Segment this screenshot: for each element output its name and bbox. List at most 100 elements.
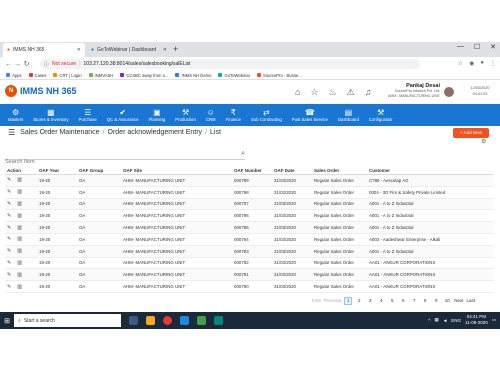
app-icon[interactable] bbox=[214, 316, 223, 325]
up-arrow-icon[interactable]: ^ bbox=[428, 318, 430, 323]
edit-icon[interactable]: ✎ bbox=[7, 201, 11, 207]
bookmark-sourcepro[interactable]: SourcePro - Busne... bbox=[257, 73, 302, 78]
col-oaf-year[interactable]: OAF Year bbox=[39, 168, 79, 173]
module-finance[interactable]: ₹ Finance bbox=[221, 104, 246, 126]
bookmark-gotowebinar[interactable]: GoToWebinar bbox=[218, 73, 250, 78]
page-number-button[interactable]: 5 bbox=[388, 297, 396, 305]
table-row[interactable]: ✎ ▥ 19-20 OA AHM- MANUFACTURING UNIT 000798 31… bbox=[5, 187, 493, 199]
table-row[interactable]: ✎ ▥ 19-20 OA AHM- MANUFACTURING UNIT 000791 31… bbox=[5, 269, 493, 282]
hamburger-icon[interactable]: ☰ bbox=[8, 128, 15, 137]
language-indicator[interactable]: ENG bbox=[451, 318, 461, 323]
next-page-button[interactable]: Next bbox=[454, 297, 463, 305]
word-icon[interactable] bbox=[180, 316, 189, 325]
alert-icon[interactable]: ⚠ bbox=[347, 87, 355, 98]
table-row[interactable]: ✎ ▥ 19-20 OA AHM- MANUFACTURING UNIT 000796 31… bbox=[5, 210, 493, 223]
avatar[interactable] bbox=[444, 87, 454, 97]
extension-icon[interactable]: ◉ bbox=[469, 60, 474, 67]
taskbar-search[interactable]: ⌕ Start a search bbox=[14, 314, 121, 327]
delete-icon[interactable]: ▥ bbox=[17, 272, 22, 278]
maximize-icon[interactable]: ☐ bbox=[474, 43, 480, 51]
app-logo[interactable]: N IMMS NH 365 bbox=[5, 85, 77, 97]
windows-start-icon[interactable]: ⊞ bbox=[0, 317, 14, 325]
page-number-button[interactable]: 9 bbox=[432, 297, 440, 305]
close-window-icon[interactable]: ✕ bbox=[490, 43, 496, 51]
menu-icon[interactable]: ⋮ bbox=[490, 60, 496, 67]
module-configurator[interactable]: ⚒ Configurator bbox=[364, 104, 398, 126]
module-post-sales[interactable]: ☎ Post Sales Service bbox=[287, 104, 333, 126]
home-icon[interactable]: ⌂ bbox=[295, 87, 300, 98]
breadcrumb-sales-order[interactable]: Sales Order Maintenance bbox=[20, 129, 99, 136]
col-customer[interactable]: Customer bbox=[369, 168, 493, 173]
page-number-button[interactable]: 2 bbox=[355, 297, 363, 305]
module-subcontracting[interactable]: ⇄ Sub Contracting bbox=[246, 104, 287, 126]
reload-icon[interactable]: ↻ bbox=[22, 60, 31, 68]
page-number-button[interactable]: 1 bbox=[344, 297, 353, 305]
module-production[interactable]: ⚒ Production bbox=[170, 104, 201, 126]
star-icon[interactable]: ☆ bbox=[458, 60, 463, 67]
bookmark-crt[interactable]: CRT | Login bbox=[53, 73, 82, 78]
star-icon[interactable]: ☆ bbox=[310, 87, 318, 98]
edit-icon[interactable]: ✎ bbox=[7, 272, 11, 278]
delete-icon[interactable]: ▥ bbox=[17, 248, 22, 254]
module-dashboard[interactable]: ▤ Dashboard bbox=[333, 104, 364, 126]
module-purchase[interactable]: ☰ Purchase bbox=[74, 104, 102, 126]
close-icon[interactable]: ✕ bbox=[163, 47, 167, 53]
bell-icon[interactable]: ♫ bbox=[365, 87, 372, 98]
user-info[interactable]: Pankaj Desai SourcePro Infotech Pvt. Ltd… bbox=[378, 83, 440, 98]
delete-icon[interactable]: ▥ bbox=[17, 260, 22, 266]
minimize-icon[interactable]: — bbox=[457, 43, 464, 51]
breadcrumb-oa-entry[interactable]: Order acknowledgement Entry bbox=[108, 129, 203, 136]
file-explorer-icon[interactable] bbox=[146, 316, 155, 325]
col-oaf-site[interactable]: OAF Site bbox=[123, 168, 234, 173]
edit-icon[interactable]: ✎ bbox=[7, 260, 11, 266]
edit-icon[interactable]: ✎ bbox=[7, 236, 11, 242]
new-tab-button[interactable]: + bbox=[173, 44, 178, 55]
search-input[interactable] bbox=[5, 159, 225, 165]
delete-icon[interactable]: ▥ bbox=[17, 213, 22, 219]
last-page-button[interactable]: Last bbox=[467, 297, 476, 305]
task-view-icon[interactable] bbox=[129, 316, 138, 325]
table-row[interactable]: ✎ ▥ 19-20 OA AHM- MANUFACTURING UNIT 000794 31… bbox=[5, 234, 493, 246]
delete-icon[interactable]: ▥ bbox=[17, 225, 22, 231]
page-number-button[interactable]: 8 bbox=[421, 297, 429, 305]
address-bar[interactable]: ⓘ Not secure | 103.27.120.38:8014/sales/… bbox=[40, 59, 420, 69]
edit-icon[interactable]: ✎ bbox=[7, 248, 11, 254]
back-icon[interactable]: ← bbox=[4, 61, 13, 68]
table-row[interactable]: ✎ ▥ 19-20 OA AHM- MANUFACTURING UNIT 000795 31… bbox=[5, 222, 493, 234]
forward-icon[interactable]: → bbox=[13, 61, 22, 68]
bookmark-cases[interactable]: Cases bbox=[28, 73, 46, 78]
page-number-button[interactable]: 10 bbox=[443, 297, 451, 305]
search-icon[interactable]: ⌕ bbox=[241, 150, 245, 158]
table-row[interactable]: ✎ ▥ 19-20 OA AHM- MANUFACTURING UNIT 000799 31… bbox=[5, 175, 493, 187]
production-icon[interactable]: ♨ bbox=[329, 87, 337, 98]
edit-icon[interactable]: ✎ bbox=[7, 213, 11, 219]
table-row[interactable]: ✎ ▥ 19-20 OA AHM- MANUFACTURING UNIT 000792 31… bbox=[5, 258, 493, 270]
col-oaf-group[interactable]: OAF Group bbox=[79, 168, 123, 173]
delete-icon[interactable]: ▥ bbox=[17, 236, 22, 242]
delete-icon[interactable]: ▥ bbox=[17, 201, 22, 207]
clock[interactable]: 04:41 PM 11-09-2020 bbox=[465, 314, 488, 326]
bookmark-apps[interactable]: Apps bbox=[6, 73, 22, 78]
bookmark-inmvash[interactable]: INMVASH bbox=[88, 73, 113, 78]
table-row[interactable]: ✎ ▥ 19-20 OA AHM- MANUFACTURING UNIT 000790 31… bbox=[5, 281, 493, 293]
profile-icon[interactable]: ● bbox=[480, 60, 484, 67]
module-qc[interactable]: ✔ QC & Assurance bbox=[102, 104, 144, 126]
module-stores[interactable]: ▦ Stores & Inventory bbox=[28, 104, 73, 126]
tab-imms[interactable]: ● IMMS NH 365 ✕ bbox=[3, 43, 85, 57]
module-planning[interactable]: ▣ Planning bbox=[144, 104, 171, 126]
edit-icon[interactable]: ✎ bbox=[7, 177, 11, 183]
delete-icon[interactable]: ▥ bbox=[17, 177, 22, 183]
chrome-icon[interactable] bbox=[163, 316, 172, 325]
add-new-button[interactable]: + Add New bbox=[453, 128, 489, 138]
bookmark-ccsbc[interactable]: CCSBC away from o... bbox=[120, 73, 168, 78]
tab-gotowebinar[interactable]: ● GoToWebinar | Dashboard ✕ bbox=[87, 43, 171, 57]
delete-icon[interactable]: ▥ bbox=[17, 189, 22, 195]
col-oaf-number[interactable]: OAF Number bbox=[234, 168, 274, 173]
bookmark-inms[interactable]: INMS NH Demo bbox=[175, 73, 211, 78]
settings-icon[interactable]: ⚙ bbox=[481, 138, 486, 145]
network-icon[interactable]: ▦ bbox=[435, 317, 439, 323]
delete-icon[interactable]: ▥ bbox=[17, 284, 22, 290]
page-number-button[interactable]: 7 bbox=[410, 297, 418, 305]
excel-icon[interactable] bbox=[197, 316, 206, 325]
col-sales-order[interactable]: Sales Order bbox=[314, 168, 369, 173]
